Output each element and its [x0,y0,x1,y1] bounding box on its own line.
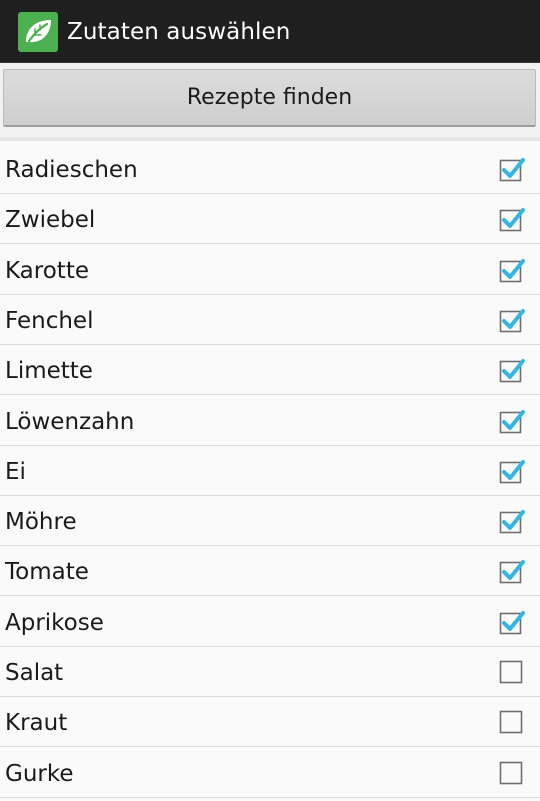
ingredient-row[interactable]: Aprikose [0,597,540,647]
ingredient-label: Gurke [5,760,74,787]
checkbox-unchecked-icon[interactable] [499,760,525,786]
leaf-app-icon[interactable] [18,12,58,52]
ingredient-row[interactable]: Tomate [0,546,540,597]
ingredient-row[interactable]: Salat [0,647,540,697]
checkbox-checked-icon[interactable] [499,508,525,534]
ingredient-label: Löwenzahn [5,408,135,435]
ingredient-label: Zwiebel [5,207,96,234]
checkbox-checked-icon[interactable] [499,257,525,283]
ingredient-row[interactable]: Möhre [0,496,540,547]
ingredient-label: Möhre [5,509,77,536]
ingredient-row[interactable]: Radieschen [0,144,540,194]
ingredient-label: Karotte [5,257,89,284]
ingredient-row[interactable]: Fenchel [0,295,540,345]
button-area: Rezepte finden [0,63,540,137]
ingredient-label: Aprikose [5,609,104,636]
checkbox-unchecked-icon[interactable] [499,659,525,685]
checkbox-checked-icon[interactable] [499,156,525,182]
checkbox-unchecked-icon[interactable] [499,709,525,735]
checkbox-checked-icon[interactable] [499,609,525,635]
ingredient-row[interactable]: Kraut [0,697,540,748]
ingredient-row[interactable]: Karotte [0,245,540,295]
checkbox-checked-icon[interactable] [499,206,525,232]
ingredient-label: Limette [5,358,93,385]
checkbox-checked-icon[interactable] [499,458,525,484]
ingredient-row[interactable]: Zwiebel [0,194,540,245]
ingredient-label: Fenchel [5,307,94,334]
ingredient-row[interactable]: Gurke [0,748,540,798]
ingredient-label: Tomate [5,559,89,586]
find-recipes-button[interactable]: Rezepte finden [3,69,536,127]
ingredient-row[interactable]: Löwenzahn [0,396,540,446]
checkbox-checked-icon[interactable] [499,307,525,333]
ingredient-label: Ei [5,458,26,485]
checkbox-checked-icon[interactable] [499,357,525,383]
action-bar: Zutaten auswählen [0,0,540,63]
checkbox-checked-icon[interactable] [499,558,525,584]
ingredient-row[interactable]: Ei [0,446,540,496]
ingredient-label: Salat [5,660,64,686]
checkbox-checked-icon[interactable] [499,408,525,434]
ingredient-label: Radieschen [5,157,138,183]
ingredient-row[interactable]: Limette [0,345,540,396]
ingredient-label: Kraut [5,710,68,737]
page-title: Zutaten auswählen [67,19,291,45]
ingredient-list: Radieschen Zwiebel Karotte Fenchel Limette Lö… [0,137,540,801]
